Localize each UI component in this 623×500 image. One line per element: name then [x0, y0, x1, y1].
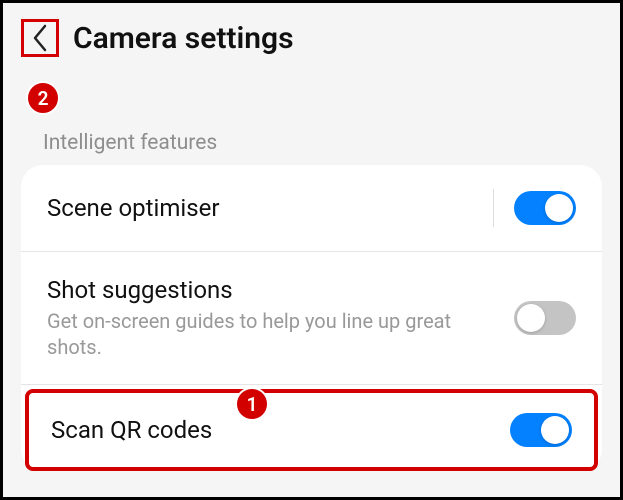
toggle-separator	[493, 189, 494, 227]
section-header-label: Intelligent features	[43, 131, 217, 155]
setting-scene-optimiser[interactable]: Scene optimiser	[21, 165, 602, 252]
header: Camera settings	[3, 3, 620, 73]
setting-title: Scan QR codes	[51, 416, 490, 444]
setting-scan-qr[interactable]: Scan QR codes	[25, 389, 598, 471]
setting-text: Shot suggestions Get on-screen guides to…	[47, 276, 514, 360]
setting-shot-suggestions[interactable]: Shot suggestions Get on-screen guides to…	[21, 252, 602, 385]
back-button[interactable]	[21, 19, 59, 57]
toggle-knob	[541, 416, 569, 444]
toggle-knob	[545, 194, 573, 222]
setting-description: Get on-screen guides to help you line up…	[47, 308, 494, 360]
section-header: Intelligent features	[3, 131, 620, 155]
toggle-scan-qr[interactable]	[510, 413, 572, 447]
toggle-scene-optimiser[interactable]	[514, 191, 576, 225]
annotation-badge-2: 2	[26, 81, 60, 115]
annotation-badge-1: 1	[235, 387, 269, 421]
setting-text: Scene optimiser	[47, 194, 493, 222]
setting-text: Scan QR codes	[51, 416, 510, 444]
settings-panel: Scene optimiser Shot suggestions Get on-…	[21, 165, 602, 471]
toggle-wrap	[514, 301, 576, 335]
toggle-wrap	[493, 189, 576, 227]
setting-title: Shot suggestions	[47, 276, 494, 304]
toggle-shot-suggestions[interactable]	[514, 301, 576, 335]
setting-title: Scene optimiser	[47, 194, 473, 222]
toggle-knob	[517, 304, 545, 332]
page-title: Camera settings	[73, 21, 294, 56]
toggle-wrap	[510, 413, 572, 447]
chevron-left-icon	[32, 24, 48, 52]
